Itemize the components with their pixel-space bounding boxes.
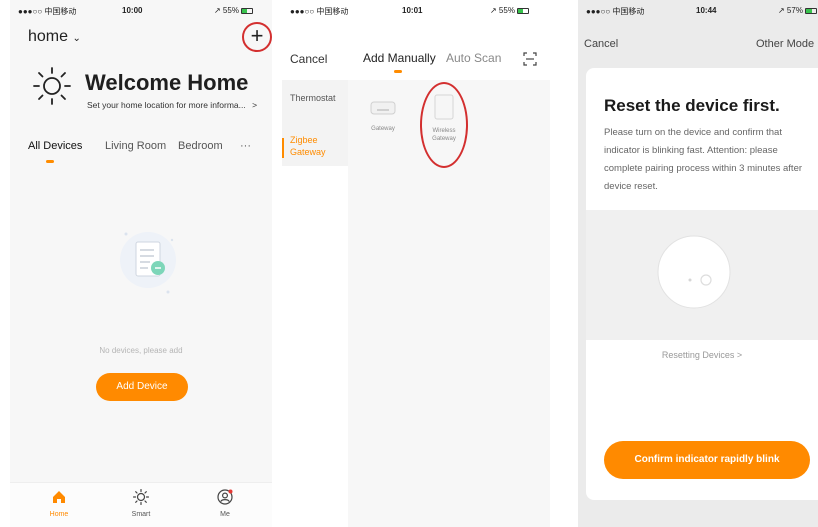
tabbar-me[interactable]: Me — [200, 489, 250, 518]
tab-living-room[interactable]: Living Room — [105, 140, 166, 152]
tab-bedroom[interactable]: Bedroom — [178, 140, 223, 152]
empty-devices-illustration — [120, 232, 176, 294]
carrier-label: ●●●○○ 中国移动 — [18, 7, 77, 16]
home-label: home — [28, 28, 69, 45]
battery-label: ↗ 55% — [214, 6, 239, 15]
status-bar: ●●●○○ 中国移动 10:44 ↗ 57% — [578, 0, 818, 20]
welcome-title: Welcome Home — [85, 70, 249, 95]
reset-instructions-card: Reset the device first. Please turn on t… — [586, 68, 818, 500]
battery-status: ↗ 57% — [778, 6, 817, 15]
empty-state-text: No devices, please add — [99, 346, 183, 355]
tabbar-me-label: Me — [220, 511, 230, 518]
add-device-screen: ●●●○○ 中国移动 10:01 ↗ 55% Cancel Add Manual… — [282, 0, 550, 527]
reset-instructions: Please turn on the device and confirm th… — [604, 127, 803, 192]
add-device-button[interactable]: Add Device — [96, 373, 188, 401]
sidebar-item-zigbee-gateway[interactable]: Zigbee Gateway — [290, 134, 340, 158]
reset-title: Reset the device first. — [604, 96, 780, 115]
battery-status: ↗ 55% — [214, 6, 253, 15]
active-tab-indicator — [394, 70, 402, 73]
bottom-tab-bar: Home Smart Me — [10, 482, 272, 527]
add-button[interactable]: + — [242, 22, 272, 52]
battery-fill — [241, 8, 248, 13]
device-illustration — [586, 210, 818, 340]
status-time: 10:01 — [402, 6, 423, 15]
status-bar: ●●●○○ 中国移动 10:00 ↗ 55% — [10, 0, 272, 20]
carrier-label: ●●●○○ 中国移动 — [290, 7, 349, 16]
status-time: 10:44 — [696, 6, 717, 15]
chevron-right-icon: > — [252, 100, 258, 110]
confirm-blink-button[interactable]: Confirm indicator rapidly blink — [604, 441, 810, 479]
battery-fill — [517, 8, 524, 13]
cancel-button[interactable]: Cancel — [584, 38, 618, 50]
home-icon — [53, 491, 65, 503]
battery-label: ↗ 55% — [490, 6, 515, 15]
scan-icon[interactable] — [523, 52, 537, 66]
home-screen: ●●●○○ 中国移动 10:00 ↗ 55% home ⌄ + Welcome … — [10, 0, 272, 527]
active-category-indicator — [282, 138, 284, 158]
chevron-down-icon: ⌄ — [72, 33, 81, 44]
battery-label: ↗ 57% — [778, 6, 803, 15]
more-tabs-icon[interactable]: ··· — [240, 140, 251, 152]
active-tab-indicator — [46, 160, 54, 163]
sidebar-blank-area — [282, 166, 348, 527]
device-gateway-label: Gateway — [371, 126, 395, 132]
carrier-label: ●●●○○ 中国移动 — [586, 7, 645, 16]
profile-icon — [217, 489, 233, 505]
tab-all-devices[interactable]: All Devices — [28, 140, 82, 152]
status-bar: ●●●○○ 中国移动 10:01 ↗ 55% — [282, 0, 550, 20]
battery-icon — [516, 7, 529, 14]
device-gateway[interactable]: Gateway — [365, 98, 401, 133]
gateway-device-icon — [657, 235, 731, 309]
sidebar-item-thermostat[interactable]: Thermostat — [290, 92, 336, 104]
highlight-circle — [420, 82, 468, 168]
sun-icon — [33, 67, 71, 105]
tab-add-manually[interactable]: Add Manually — [363, 51, 436, 65]
smart-sun-icon — [132, 488, 150, 506]
gateway-device-icon — [370, 101, 396, 115]
battery-status: ↗ 55% — [490, 6, 529, 15]
reset-device-screen: ●●●○○ 中国移动 10:44 ↗ 57% Cancel Other Mode… — [578, 0, 818, 527]
battery-fill — [805, 8, 812, 13]
tabbar-home-label: Home — [49, 511, 69, 518]
home-location-text: Set your home location for more informa.… — [87, 100, 246, 110]
cancel-button[interactable]: Cancel — [290, 52, 327, 66]
resetting-devices-link[interactable]: Resetting Devices > — [586, 350, 818, 360]
tab-auto-scan[interactable]: Auto Scan — [446, 51, 501, 65]
status-time: 10:00 — [122, 6, 143, 15]
battery-icon — [240, 7, 253, 14]
tabbar-smart[interactable]: Smart — [116, 488, 166, 518]
battery-icon — [804, 7, 817, 14]
other-mode-button[interactable]: Other Mode — [756, 38, 814, 50]
home-location-link[interactable]: Set your home location for more informa.… — [87, 100, 257, 110]
tabbar-smart-label: Smart — [131, 511, 151, 518]
home-selector[interactable]: home ⌄ — [28, 28, 81, 46]
tabbar-home[interactable]: Home — [34, 489, 84, 518]
